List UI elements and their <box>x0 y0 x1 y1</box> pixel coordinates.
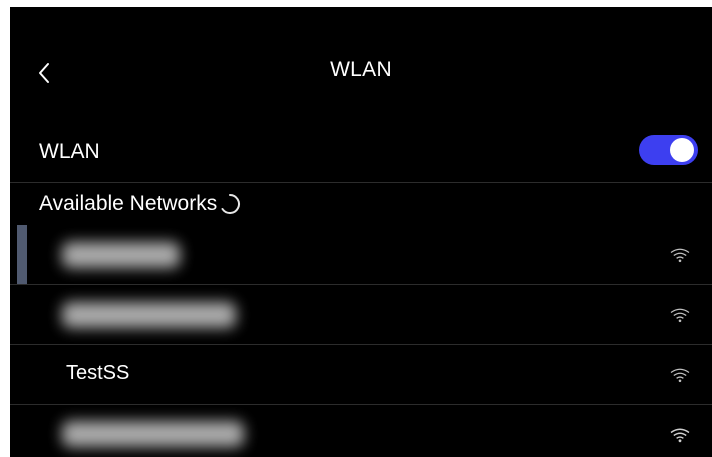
available-networks-label: Available Networks <box>39 192 218 215</box>
network-list: TestSS <box>10 225 712 457</box>
redacted-ssid <box>62 421 244 447</box>
wlan-settings-screen: WLAN WLAN Available Networks TestSS <box>10 7 712 457</box>
redacted-ssid <box>62 242 180 268</box>
toggle-knob <box>670 138 694 162</box>
selection-indicator <box>17 225 27 284</box>
wifi-signal-icon <box>670 308 690 323</box>
network-item[interactable]: TestSS <box>10 345 712 405</box>
available-networks-header: Available Networks <box>39 189 241 219</box>
network-item[interactable] <box>10 285 712 345</box>
network-ssid: TestSS <box>66 362 130 384</box>
header: WLAN <box>10 7 712 127</box>
wlan-toggle-switch[interactable] <box>639 135 698 165</box>
redacted-ssid <box>62 302 236 328</box>
wifi-signal-icon <box>670 428 690 443</box>
page-title: WLAN <box>330 58 392 81</box>
wlan-toggle-label: WLAN <box>39 140 100 163</box>
spinner-icon <box>221 194 241 214</box>
network-item[interactable] <box>10 225 712 285</box>
wifi-signal-icon <box>670 248 690 263</box>
wlan-toggle-row: WLAN <box>10 127 712 183</box>
wifi-signal-icon <box>670 368 690 383</box>
network-item[interactable] <box>10 405 712 457</box>
